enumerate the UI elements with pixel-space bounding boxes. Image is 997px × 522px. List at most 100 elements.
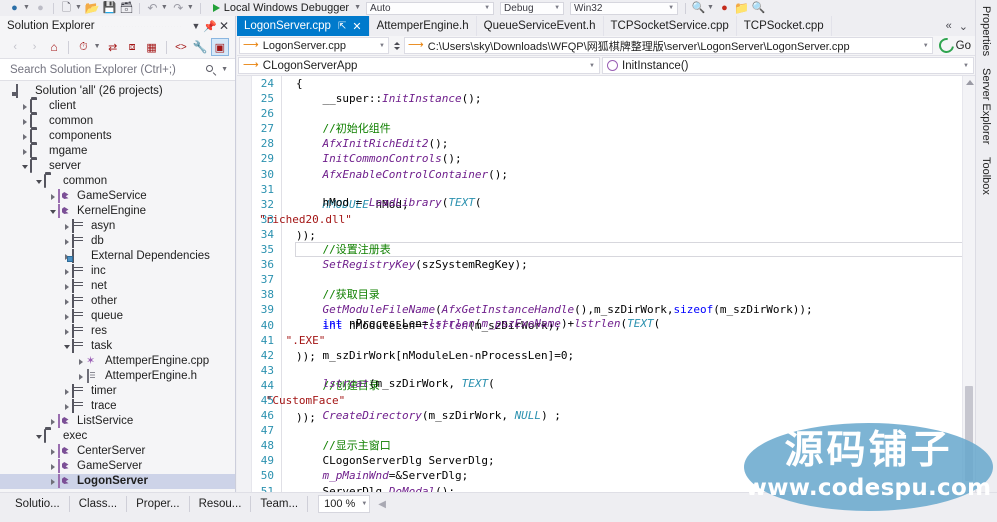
scroll-tabs-left-icon[interactable]: « <box>946 20 952 32</box>
forward-button[interactable]: › <box>25 38 43 56</box>
close-icon[interactable]: ✕ <box>352 20 361 33</box>
class-combo[interactable]: ⟶ CLogonServerApp ▼ <box>238 57 600 74</box>
code-lines[interactable]: 24 {25 __super::InitInstance(); 26 27 //初始化… <box>237 76 975 494</box>
tree-item-kernelengine[interactable]: KernelEngine <box>0 204 235 219</box>
expander-expanded-icon[interactable] <box>33 429 44 444</box>
code-line[interactable]: 48 //显示主窗口 <box>237 438 975 454</box>
code-line[interactable]: 30 AfxEnableControlContainer(); <box>237 166 975 182</box>
solution-explorer-search[interactable]: ▼ <box>0 58 235 81</box>
tree-item-asyn[interactable]: asyn <box>0 219 235 234</box>
scrollbar-thumb[interactable] <box>965 386 973 481</box>
chevron-down-icon[interactable]: ▼ <box>361 501 367 507</box>
fold-margin[interactable] <box>281 136 291 152</box>
tree-item-res[interactable]: res <box>0 324 235 339</box>
navigate-forward-icon[interactable]: ● <box>33 1 48 15</box>
tab-attemperengine-h[interactable]: AttemperEngine.h <box>370 16 477 36</box>
expander-collapsed-icon[interactable] <box>61 309 72 324</box>
code-line[interactable]: 38 //获取目录 <box>237 287 975 303</box>
expander-collapsed-icon[interactable] <box>75 369 86 384</box>
code-line[interactable]: 42 m_szDirWork[nModuleLen-nProcessLen]=0… <box>237 347 975 363</box>
find-in-files-icon[interactable]: 🔍 <box>691 1 706 15</box>
tab-server-explorer[interactable]: Server Explorer <box>976 62 996 150</box>
fold-margin[interactable] <box>281 453 291 469</box>
tab-logonserver-cpp[interactable]: LogonServer.cpp ⇱ ✕ <box>237 16 370 36</box>
tab-tcpsocket-cpp[interactable]: TCPSocket.cpp <box>737 16 832 36</box>
fold-margin[interactable] <box>281 468 291 484</box>
tab-toolbox[interactable]: Toolbox <box>976 151 996 201</box>
expander-collapsed-icon[interactable] <box>47 474 58 489</box>
solution-configuration-combo[interactable]: Debug ▼ <box>500 1 565 15</box>
preview-selected-items-icon[interactable]: ▣ <box>210 38 229 56</box>
tree-item-gameserver[interactable]: GameServer <box>0 459 235 474</box>
tree-item-trace[interactable]: trace <box>0 399 235 414</box>
fold-margin[interactable] <box>281 226 291 243</box>
code-line[interactable]: 47 <box>237 423 975 439</box>
solution-platform-combo[interactable]: Win32 ▼ <box>570 1 679 15</box>
panel-menu-chevron-icon[interactable]: ▼ <box>189 19 203 33</box>
code-line[interactable]: 28 AfxInitRichEdit2(); <box>237 136 975 152</box>
code-line[interactable]: 36 SetRegistryKey(szSystemRegKey); <box>237 257 975 273</box>
expander-collapsed-icon[interactable] <box>19 144 30 159</box>
file-combo[interactable]: ⟶ LogonServer.cpp ▼ <box>239 37 389 54</box>
expander-collapsed-icon[interactable] <box>47 444 58 459</box>
tree-item-attemperengine-cpp[interactable]: ✶ AttemperEngine.cpp <box>0 354 235 369</box>
tree-item-server[interactable]: server <box>0 159 235 174</box>
expander-collapsed-icon[interactable] <box>61 294 72 309</box>
fold-margin[interactable] <box>281 106 291 122</box>
refresh-icon[interactable]: ⧈ <box>123 38 141 56</box>
start-debug-button[interactable]: Local Windows Debugger ▼ <box>212 1 363 15</box>
chevron-down-icon-2[interactable]: ▼ <box>923 43 929 49</box>
code-line[interactable]: 25 __super::InitInstance(); <box>237 91 975 107</box>
redo-dropdown-icon[interactable]: ▼ <box>187 1 194 15</box>
fold-margin[interactable] <box>281 287 291 303</box>
fold-margin[interactable] <box>281 377 291 393</box>
pin-icon[interactable]: 📌 <box>203 19 217 33</box>
fold-margin[interactable] <box>281 242 291 258</box>
open-file-icon[interactable]: 📂 <box>85 1 100 15</box>
properties-icon[interactable]: 🔧 <box>191 38 209 56</box>
code-line[interactable]: 24 { <box>237 76 975 92</box>
expander-collapsed-icon[interactable] <box>61 384 72 399</box>
expander-collapsed-icon[interactable] <box>47 459 58 474</box>
tree-item-net[interactable]: net <box>0 279 235 294</box>
search-input[interactable] <box>8 62 206 77</box>
fold-margin[interactable] <box>281 423 291 439</box>
code-line[interactable]: 26 <box>237 106 975 122</box>
tree-item-inc[interactable]: inc <box>0 264 235 279</box>
sync-with-active-document-icon[interactable]: ⇄ <box>104 38 122 56</box>
bottom-tab-proper[interactable]: Proper... <box>127 496 190 512</box>
expander-collapsed-icon[interactable] <box>61 324 72 339</box>
tree-item-common[interactable]: common <box>0 174 235 189</box>
bottom-tab-solutio[interactable]: Solutio... <box>6 496 70 512</box>
start-debug-dropdown-icon[interactable]: ▼ <box>354 1 361 15</box>
tree-item-listservice[interactable]: ListService <box>0 414 235 429</box>
folder-icon[interactable]: 📁 <box>734 1 749 15</box>
expander-collapsed-icon[interactable] <box>47 189 58 204</box>
code-editor-surface[interactable]: 24 {25 __super::InitInstance(); 26 27 //初始化… <box>237 76 975 494</box>
fold-margin[interactable] <box>281 181 291 197</box>
home-button[interactable]: ⌂ <box>45 38 63 56</box>
active-files-dropdown-icon[interactable]: ⌄ <box>959 20 968 33</box>
tree-item-exec[interactable]: exec <box>0 429 235 444</box>
chevron-down-icon[interactable]: ▼ <box>379 43 385 49</box>
chevron-down-icon-3[interactable]: ▼ <box>589 63 595 69</box>
horizontal-scroll-left-arrow-icon[interactable]: ◀ <box>378 499 386 510</box>
navigate-backward-dropdown-icon[interactable]: ▼ <box>23 1 30 15</box>
expander-collapsed-icon[interactable] <box>61 279 72 294</box>
expander-collapsed-icon[interactable] <box>61 234 72 249</box>
fold-margin[interactable] <box>281 76 291 92</box>
go-button[interactable]: Go <box>935 35 975 56</box>
tree-item-logonserver[interactable]: LogonServer <box>0 474 235 489</box>
save-all-icon[interactable]: 🗃 <box>119 1 134 15</box>
code-line[interactable]: 37 <box>237 272 975 288</box>
fold-margin[interactable] <box>281 272 291 288</box>
tab-tcpsocketservice-cpp[interactable]: TCPSocketService.cpp <box>604 16 737 36</box>
tree-item-task[interactable]: task <box>0 339 235 354</box>
expander-collapsed-icon[interactable] <box>61 219 72 234</box>
bottom-tab-resou[interactable]: Resou... <box>190 496 252 512</box>
code-line[interactable]: 33 hMod = LoadLibrary(TEXT( "riched20.dl… <box>237 196 975 242</box>
undo-dropdown-icon[interactable]: ▼ <box>161 1 168 15</box>
tree-item-db[interactable]: db <box>0 234 235 249</box>
redo-icon[interactable]: ↷ <box>171 1 186 15</box>
navigate-stepper[interactable] <box>392 38 401 53</box>
